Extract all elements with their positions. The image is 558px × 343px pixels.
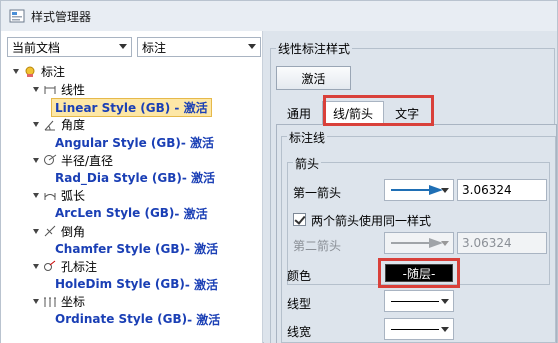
second-arrow-size[interactable]: 3.06324	[457, 232, 547, 254]
line-arrow-tab-panel: 标注线 箭头 第一箭头 3.06324 两个箭头使用同一样式 第二箭头 3.06…	[276, 124, 557, 343]
style-name: Chamfer Style (GB)	[55, 241, 186, 256]
same-arrow-label: 两个箭头使用同一样式	[311, 214, 432, 228]
style-tree: 标注 线性 Linear Style (GB) - 激活 角度 Angular …	[5, 63, 259, 328]
tab-general[interactable]: 通用	[276, 101, 322, 125]
same-arrow-checkbox[interactable]	[293, 213, 306, 226]
line-sample	[391, 301, 439, 302]
active-badge: - 激活	[180, 136, 215, 151]
first-arrow-select[interactable]	[384, 179, 454, 201]
tree-style-ordinate[interactable]: Ordinate Style (GB) - 激活	[5, 311, 259, 329]
dimension-style-icon	[25, 66, 35, 77]
tab-bar: 通用 线/箭头 文字	[276, 101, 430, 125]
arrow-sample-icon	[391, 238, 443, 248]
chevron-down-icon	[248, 44, 256, 49]
window-title: 样式管理器	[31, 9, 92, 24]
style-properties-panel: 线性标注样式 激活 通用 线/箭头 文字 标注线 箭头 第一箭头 3.06324…	[264, 31, 557, 343]
activate-button[interactable]: 激活	[276, 66, 351, 90]
color-label: 颜色	[287, 269, 312, 283]
scope-select-value: 当前文档	[12, 40, 61, 55]
first-arrow-size[interactable]: 3.06324	[457, 179, 547, 201]
tree-group-label: 角度	[61, 118, 86, 133]
title-bar: 样式管理器	[1, 1, 557, 31]
active-badge: - 激活	[185, 242, 219, 257]
tree-group-chamfer[interactable]: 倒角	[5, 222, 259, 240]
style-manager-window: 样式管理器 当前文档 标注 标注 线性 Linear Style (GB) - …	[0, 0, 558, 343]
scope-select[interactable]: 当前文档	[7, 37, 132, 57]
linewidth-select[interactable]	[384, 318, 454, 340]
tree-style-hole[interactable]: HoleDim Style (GB) - 激活	[5, 275, 259, 293]
active-badge: - 激活	[184, 277, 219, 292]
collapse-arrow-icon[interactable]	[33, 263, 39, 269]
tree-group-label: 半径/直径	[61, 153, 114, 168]
tree-style-linear[interactable]: Linear Style (GB) - 激活	[5, 97, 259, 117]
arrow-group-title: 箭头	[293, 155, 322, 172]
linetype-label: 线型	[287, 297, 312, 311]
collapse-arrow-icon[interactable]	[13, 69, 19, 75]
collapse-arrow-icon[interactable]	[33, 299, 39, 305]
tree-root-dimension[interactable]: 标注	[5, 63, 259, 81]
radius-diameter-icon	[44, 154, 57, 166]
linewidth-label: 线宽	[287, 325, 312, 339]
tree-style-chamfer[interactable]: Chamfer Style (GB) - 激活	[5, 240, 259, 258]
line-sample	[391, 329, 439, 330]
collapse-arrow-icon[interactable]	[33, 193, 39, 199]
type-select[interactable]: 标注	[137, 37, 261, 57]
tree-group-hole[interactable]: 孔标注	[5, 258, 259, 276]
style-name: Ordinate Style (GB)	[55, 312, 188, 327]
arc-length-icon	[44, 192, 56, 200]
tree-group-label: 线性	[61, 83, 86, 98]
tree-group-label: 倒角	[61, 224, 86, 239]
tree-style-angular[interactable]: Angular Style (GB) - 激活	[5, 134, 259, 152]
tree-group-arclen[interactable]: 弧长	[5, 187, 259, 205]
second-arrow-select[interactable]	[384, 232, 454, 254]
second-arrow-label: 第二箭头	[293, 239, 342, 253]
style-tree-panel: 当前文档 标注 标注 线性 Linear Style (GB) - 激活 角度 …	[1, 31, 263, 343]
active-badge: - 激活	[170, 100, 208, 115]
tree-group-label: 坐标	[61, 295, 86, 310]
group-title: 线性标注样式	[276, 40, 353, 57]
color-select[interactable]: -随层-	[385, 264, 453, 282]
collapse-arrow-icon[interactable]	[33, 157, 39, 163]
tree-group-label: 弧长	[61, 189, 86, 204]
linear-dimension-icon	[44, 85, 56, 94]
style-name: Angular Style (GB)	[55, 135, 181, 150]
tree-style-arclen[interactable]: ArcLen Style (GB) - 激活	[5, 205, 259, 223]
ordinate-icon	[44, 297, 56, 307]
linetype-select[interactable]	[384, 290, 454, 312]
chevron-down-icon	[441, 299, 449, 304]
collapse-arrow-icon[interactable]	[33, 87, 39, 93]
style-name: Rad_Dia Style (GB)	[55, 170, 182, 185]
tree-style-rad-dia[interactable]: Rad_Dia Style (GB) - 激活	[5, 169, 259, 187]
collapse-arrow-icon[interactable]	[33, 122, 39, 128]
tree-group-label: 孔标注	[61, 259, 98, 274]
chevron-down-icon	[441, 188, 449, 193]
style-name: Linear Style (GB)	[55, 100, 171, 115]
tree-group-angular[interactable]: 角度	[5, 116, 259, 134]
selected-style-highlight: Linear Style (GB) - 激活	[51, 97, 212, 117]
section-title: 标注线	[287, 129, 328, 146]
angle-dimension-icon	[44, 120, 55, 131]
tree-group-linear[interactable]: 线性	[5, 81, 259, 99]
style-manager-icon	[9, 9, 25, 23]
type-select-value: 标注	[142, 40, 167, 55]
chevron-down-icon	[441, 327, 449, 332]
tree-group-ordinate[interactable]: 坐标	[5, 293, 259, 311]
collapse-arrow-icon[interactable]	[33, 228, 39, 234]
hole-dimension-icon	[44, 261, 56, 272]
chevron-down-icon	[119, 44, 127, 49]
tree-root-label: 标注	[41, 65, 66, 80]
chamfer-icon	[44, 225, 56, 237]
active-badge: - 激活	[174, 206, 208, 221]
active-badge: - 激活	[181, 171, 216, 186]
active-badge: - 激活	[187, 312, 221, 327]
arrow-sample-icon	[391, 185, 443, 195]
tab-line-arrow[interactable]: 线/箭头	[322, 101, 385, 125]
style-name: ArcLen Style (GB)	[55, 206, 175, 221]
style-name: HoleDim Style (GB)	[55, 277, 185, 292]
tree-group-rad-dia[interactable]: 半径/直径	[5, 151, 259, 169]
chevron-down-icon	[441, 241, 449, 246]
tab-text[interactable]: 文字	[384, 101, 430, 125]
first-arrow-label: 第一箭头	[293, 186, 342, 200]
